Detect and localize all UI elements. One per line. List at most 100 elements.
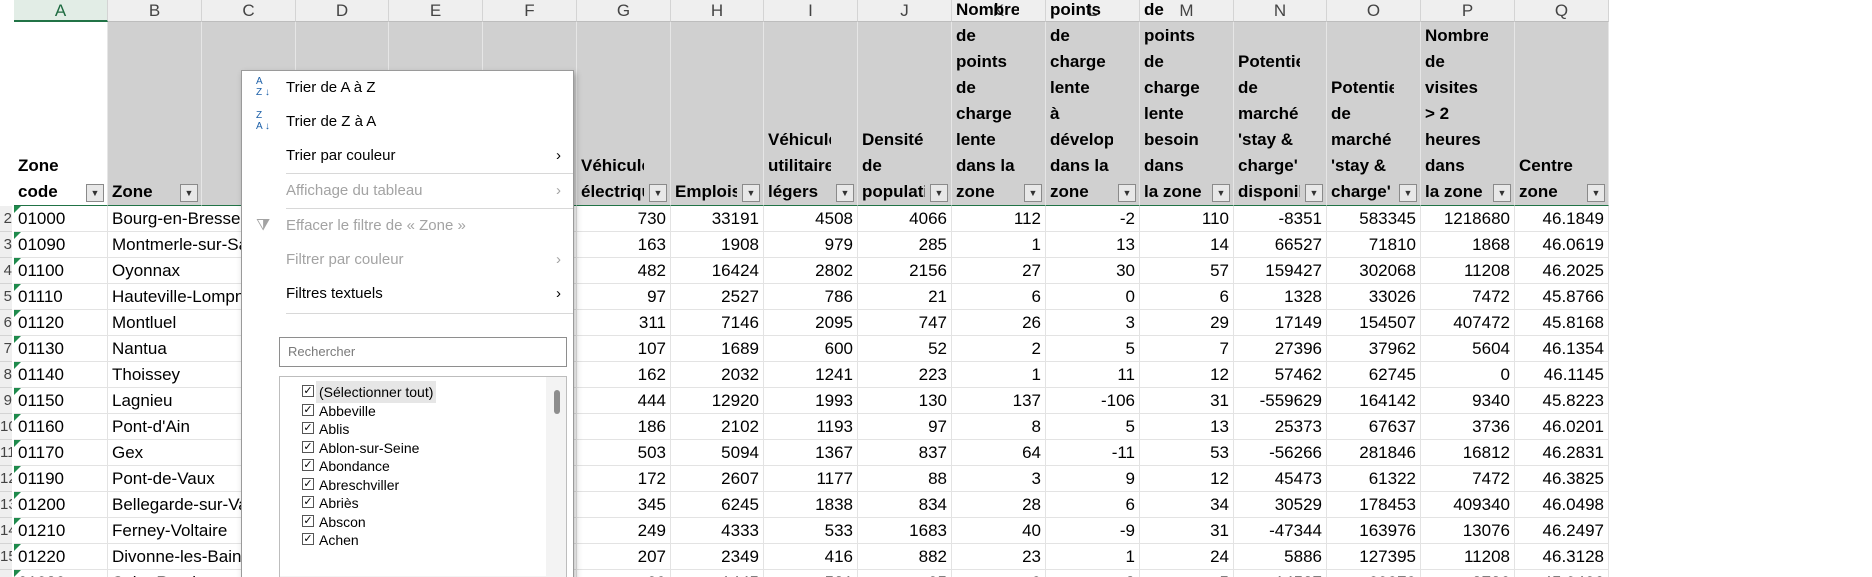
- table-cell[interactable]: 1445: [671, 570, 764, 577]
- row-number[interactable]: 3: [0, 232, 12, 258]
- table-cell[interactable]: -47344: [1234, 518, 1327, 544]
- filter-dropdown-icon[interactable]: ▼: [1493, 184, 1511, 202]
- row-number[interactable]: 11: [0, 440, 12, 466]
- text-filters-item[interactable]: Filtres textuels ›: [242, 277, 573, 311]
- table-cell[interactable]: 1328: [1234, 284, 1327, 310]
- table-cell[interactable]: 34: [1140, 492, 1234, 518]
- table-cell[interactable]: 1908: [671, 232, 764, 258]
- table-cell[interactable]: 13076: [1421, 518, 1515, 544]
- table-cell[interactable]: 29878: [1327, 570, 1421, 577]
- table-cell[interactable]: 5886: [1234, 544, 1327, 570]
- table-cell[interactable]: 46.0201: [1515, 414, 1609, 440]
- checkbox-checked-icon[interactable]: ✓: [302, 403, 314, 416]
- table-cell[interactable]: 1: [1046, 544, 1140, 570]
- table-cell[interactable]: 1838: [764, 492, 858, 518]
- table-cell[interactable]: 107: [577, 336, 671, 362]
- table-cell[interactable]: 159427: [1234, 258, 1327, 284]
- table-cell[interactable]: 40: [952, 518, 1046, 544]
- table-cell[interactable]: 45.9486: [1515, 570, 1609, 577]
- filter-dropdown-icon[interactable]: ▼: [180, 184, 198, 202]
- header-cell[interactable]: Emplois ▼: [671, 22, 764, 206]
- table-cell[interactable]: 46.1849: [1515, 206, 1609, 232]
- table-cell[interactable]: 6: [952, 284, 1046, 310]
- table-cell[interactable]: 786: [764, 284, 858, 310]
- table-cell[interactable]: 3: [952, 466, 1046, 492]
- row-number[interactable]: 12: [0, 466, 12, 492]
- table-cell[interactable]: 01200: [14, 492, 108, 518]
- table-cell[interactable]: 33191: [671, 206, 764, 232]
- table-cell[interactable]: 302068: [1327, 258, 1421, 284]
- table-cell[interactable]: 8: [952, 414, 1046, 440]
- table-cell[interactable]: 409340: [1421, 492, 1515, 518]
- table-cell[interactable]: 583345: [1327, 206, 1421, 232]
- row-number[interactable]: 6: [0, 310, 12, 336]
- filter-dropdown-icon[interactable]: ▼: [1024, 184, 1042, 202]
- table-cell[interactable]: 71810: [1327, 232, 1421, 258]
- table-cell[interactable]: 46.2831: [1515, 440, 1609, 466]
- table-cell[interactable]: 9340: [1421, 388, 1515, 414]
- table-cell[interactable]: 46.3825: [1515, 466, 1609, 492]
- table-cell[interactable]: 11208: [1421, 258, 1515, 284]
- column-header[interactable]: I: [764, 0, 858, 22]
- filter-dropdown-icon[interactable]: ▼: [1118, 184, 1136, 202]
- checkbox-checked-icon[interactable]: ✓: [302, 533, 314, 545]
- table-cell[interactable]: 01230: [14, 570, 108, 577]
- header-cell[interactable]: Nombre de points de charge lente dans la…: [952, 0, 1046, 206]
- table-cell[interactable]: 11208: [1421, 544, 1515, 570]
- table-cell[interactable]: 45.8766: [1515, 284, 1609, 310]
- column-header[interactable]: J: [858, 0, 952, 22]
- row-number[interactable]: 5: [0, 284, 12, 310]
- table-cell[interactable]: 9: [1046, 466, 1140, 492]
- table-cell[interactable]: 12920: [671, 388, 764, 414]
- table-cell[interactable]: 24: [1140, 544, 1234, 570]
- table-cell[interactable]: 1: [952, 362, 1046, 388]
- sort-a-to-z-item[interactable]: AZ ↓ Trier de A à Z: [242, 71, 573, 105]
- table-cell[interactable]: 1241: [764, 362, 858, 388]
- table-cell[interactable]: 533: [764, 518, 858, 544]
- header-cell[interactable]: Nombre de visites > 2 heures dans la zon…: [1421, 22, 1515, 206]
- table-cell[interactable]: 46.0498: [1515, 492, 1609, 518]
- table-cell[interactable]: 16812: [1421, 440, 1515, 466]
- table-cell[interactable]: 6245: [671, 492, 764, 518]
- column-header[interactable]: E: [389, 0, 483, 22]
- table-cell[interactable]: 13: [1046, 232, 1140, 258]
- table-cell[interactable]: 600: [764, 336, 858, 362]
- table-cell[interactable]: -2: [1046, 206, 1140, 232]
- table-cell[interactable]: 1: [952, 232, 1046, 258]
- table-cell[interactable]: 01210: [14, 518, 108, 544]
- table-cell[interactable]: 97: [577, 284, 671, 310]
- table-cell[interactable]: 01140: [14, 362, 108, 388]
- checkbox-checked-icon[interactable]: ✓: [302, 477, 314, 490]
- table-cell[interactable]: 01160: [14, 414, 108, 440]
- table-cell[interactable]: 130: [858, 388, 952, 414]
- table-cell[interactable]: 3: [1046, 570, 1140, 577]
- table-cell[interactable]: 01110: [14, 284, 108, 310]
- table-cell[interactable]: 186: [577, 414, 671, 440]
- table-cell[interactable]: 5: [1046, 336, 1140, 362]
- table-cell[interactable]: -9: [1046, 518, 1140, 544]
- table-cell[interactable]: 1193: [764, 414, 858, 440]
- table-cell[interactable]: 27: [952, 258, 1046, 284]
- column-header[interactable]: H: [671, 0, 764, 22]
- table-cell[interactable]: 13: [1140, 414, 1234, 440]
- table-cell[interactable]: 482: [577, 258, 671, 284]
- table-cell[interactable]: 29: [1140, 310, 1234, 336]
- row-number[interactable]: 15: [0, 544, 12, 570]
- table-cell[interactable]: 7146: [671, 310, 764, 336]
- header-cell[interactable]: Nombre de points de charge lente besoin …: [1140, 0, 1234, 206]
- table-cell[interactable]: 6: [1046, 492, 1140, 518]
- table-cell[interactable]: 45.8223: [1515, 388, 1609, 414]
- table-cell[interactable]: -8351: [1234, 206, 1327, 232]
- table-cell[interactable]: 531: [764, 570, 858, 577]
- table-cell[interactable]: 1367: [764, 440, 858, 466]
- table-cell[interactable]: 11: [1046, 362, 1140, 388]
- table-cell[interactable]: 14: [1140, 232, 1234, 258]
- filter-dropdown-icon[interactable]: ▼: [86, 184, 104, 202]
- table-cell[interactable]: 7472: [1421, 284, 1515, 310]
- table-cell[interactable]: 46.2497: [1515, 518, 1609, 544]
- table-cell[interactable]: 2527: [671, 284, 764, 310]
- table-cell[interactable]: 7: [1140, 336, 1234, 362]
- table-cell[interactable]: 2156: [858, 258, 952, 284]
- filter-dropdown-icon[interactable]: ▼: [836, 184, 854, 202]
- table-cell[interactable]: 53: [1140, 440, 1234, 466]
